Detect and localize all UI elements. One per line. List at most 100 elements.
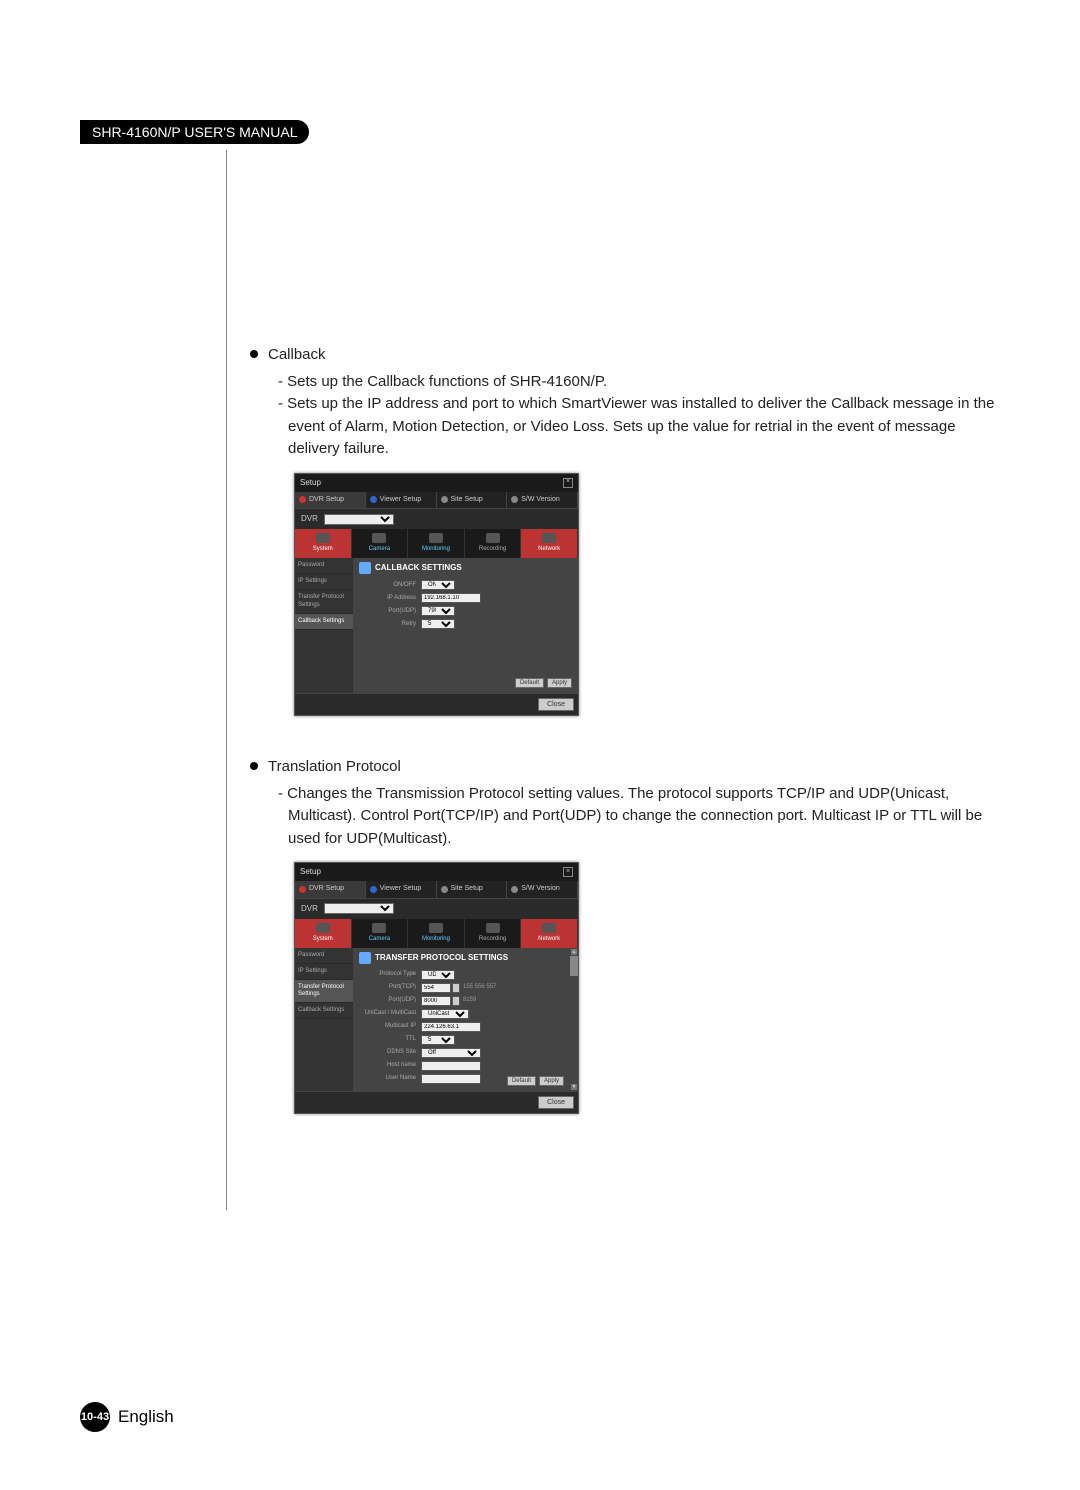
default-button[interactable]: Default <box>515 678 544 688</box>
nav-label: Camera <box>369 546 390 552</box>
protocol-type-select[interactable]: UDP <box>421 970 455 980</box>
nav-label: Recording <box>479 936 506 942</box>
screenshot-transfer-dialog: Setup × DVR Setup Viewer Setup Site Setu… <box>294 862 1000 1114</box>
nav-recording[interactable]: Recording <box>465 919 522 948</box>
section-title: Translation Protocol <box>268 756 401 779</box>
nav-label: Recording <box>479 546 506 552</box>
dvr-label: DVR <box>301 903 318 915</box>
system-icon <box>316 533 330 543</box>
ddns-site-select[interactable]: Off <box>421 1048 481 1058</box>
bullet-icon <box>250 350 258 358</box>
side-transfer-protocol[interactable]: Transfer Protocol Settings <box>295 980 353 1003</box>
panel-icon <box>359 562 371 574</box>
apply-button[interactable]: Apply <box>539 1076 564 1086</box>
scroll-up-icon[interactable]: ▲ <box>570 948 578 956</box>
dvr-select[interactable] <box>324 903 394 914</box>
scroll-down-icon[interactable]: ▼ <box>570 1083 578 1091</box>
page-number-badge: 10-43 <box>80 1402 110 1432</box>
tab-label: Site Setup <box>451 495 483 506</box>
username-input[interactable] <box>421 1074 481 1084</box>
dvr-icon <box>299 496 306 503</box>
port-select[interactable]: 7900 <box>421 606 455 616</box>
body-text: - Sets up the IP address and port to whi… <box>278 393 1000 461</box>
body-text: - Changes the Transmission Protocol sett… <box>278 783 1000 851</box>
nav-monitoring[interactable]: Monitoring <box>408 529 465 558</box>
close-button[interactable]: Close <box>538 698 574 711</box>
port-udp-input[interactable] <box>421 996 451 1006</box>
scroll-thumb[interactable] <box>570 956 578 976</box>
tab-sw-version[interactable]: S/W Version <box>507 881 578 898</box>
side-password[interactable]: Password <box>295 948 353 964</box>
panel-title: TRANSFER PROTOCOL SETTINGS <box>375 952 508 964</box>
tab-viewer-setup[interactable]: Viewer Setup <box>366 881 437 898</box>
side-callback-settings[interactable]: Callback Settings <box>295 1003 353 1019</box>
record-icon <box>486 533 500 543</box>
tab-label: Viewer Setup <box>380 495 422 506</box>
body-text: - Sets up the Callback functions of SHR-… <box>278 371 1000 394</box>
nav-monitoring[interactable]: Monitoring <box>408 919 465 948</box>
monitor-icon <box>429 533 443 543</box>
nav-camera[interactable]: Camera <box>352 919 409 948</box>
hostname-input[interactable] <box>421 1061 481 1071</box>
username-label: User Name <box>359 1074 421 1083</box>
port-tcp-input[interactable] <box>421 983 451 993</box>
tab-site-setup[interactable]: Site Setup <box>437 881 508 898</box>
site-icon <box>441 496 448 503</box>
nav-label: System <box>313 546 333 552</box>
hostname-label: Host name <box>359 1061 421 1070</box>
side-ip-settings[interactable]: IP Settings <box>295 964 353 980</box>
ip-label: IP Address <box>359 594 421 603</box>
dvr-label: DVR <box>301 513 318 525</box>
camera-icon <box>372 533 386 543</box>
retry-select[interactable]: 5 <box>421 619 455 629</box>
nav-label: Network <box>538 546 560 552</box>
default-button[interactable]: Default <box>507 1076 536 1086</box>
section-callback: Callback - Sets up the Callback function… <box>250 344 1000 716</box>
page-footer: 10-43 English <box>80 1402 174 1432</box>
scrollbar[interactable]: ▲ ▼ <box>570 948 578 1091</box>
side-transfer-protocol[interactable]: Transfer Protocol Settings <box>295 590 353 613</box>
panel-icon <box>359 952 371 964</box>
close-icon[interactable]: × <box>563 867 573 877</box>
ttl-select[interactable]: 5 <box>421 1035 455 1045</box>
vertical-divider <box>226 150 227 1210</box>
tab-site-setup[interactable]: Site Setup <box>437 492 508 509</box>
side-callback-settings[interactable]: Callback Settings <box>295 614 353 630</box>
unicast-multicast-select[interactable]: UniCast <box>421 1009 469 1019</box>
tab-viewer-setup[interactable]: Viewer Setup <box>366 492 437 509</box>
dialog-title: Setup <box>300 477 321 489</box>
nav-system[interactable]: System <box>295 529 352 558</box>
nav-system[interactable]: System <box>295 919 352 948</box>
tab-dvr-setup[interactable]: DVR Setup <box>295 492 366 509</box>
dialog-title: Setup <box>300 866 321 878</box>
port-tcp-aux: 155 556 557 <box>463 983 496 992</box>
unicast-multicast-label: UniCast / MultiCast <box>359 1009 421 1018</box>
apply-button[interactable]: Apply <box>547 678 572 688</box>
side-ip-settings[interactable]: IP Settings <box>295 574 353 590</box>
ip-input[interactable] <box>421 593 481 603</box>
nav-camera[interactable]: Camera <box>352 529 409 558</box>
manual-header: SHR-4160N/P USER'S MANUAL <box>80 120 309 144</box>
tab-dvr-setup[interactable]: DVR Setup <box>295 881 366 898</box>
close-icon[interactable]: × <box>563 478 573 488</box>
tab-sw-version[interactable]: S/W Version <box>507 492 578 509</box>
monitor-icon <box>429 923 443 933</box>
nav-network[interactable]: Network <box>521 529 578 558</box>
nav-label: Monitoring <box>422 936 450 942</box>
spinner-icon[interactable] <box>452 996 460 1006</box>
onoff-select[interactable]: ON <box>421 580 455 590</box>
dvr-select[interactable] <box>324 514 394 525</box>
close-button[interactable]: Close <box>538 1096 574 1109</box>
nav-network[interactable]: Network <box>521 919 578 948</box>
multicast-ip-input[interactable] <box>421 1022 481 1032</box>
system-icon <box>316 923 330 933</box>
nav-recording[interactable]: Recording <box>465 529 522 558</box>
spinner-icon[interactable] <box>452 983 460 993</box>
port-udp-aux: 8159 <box>463 996 476 1005</box>
ddns-site-label: DDNS Site <box>359 1048 421 1057</box>
port-udp-label: Port(UDP) <box>359 996 421 1005</box>
tab-label: S/W Version <box>521 495 560 506</box>
side-password[interactable]: Password <box>295 558 353 574</box>
dvr-icon <box>299 886 306 893</box>
nav-label: System <box>313 936 333 942</box>
